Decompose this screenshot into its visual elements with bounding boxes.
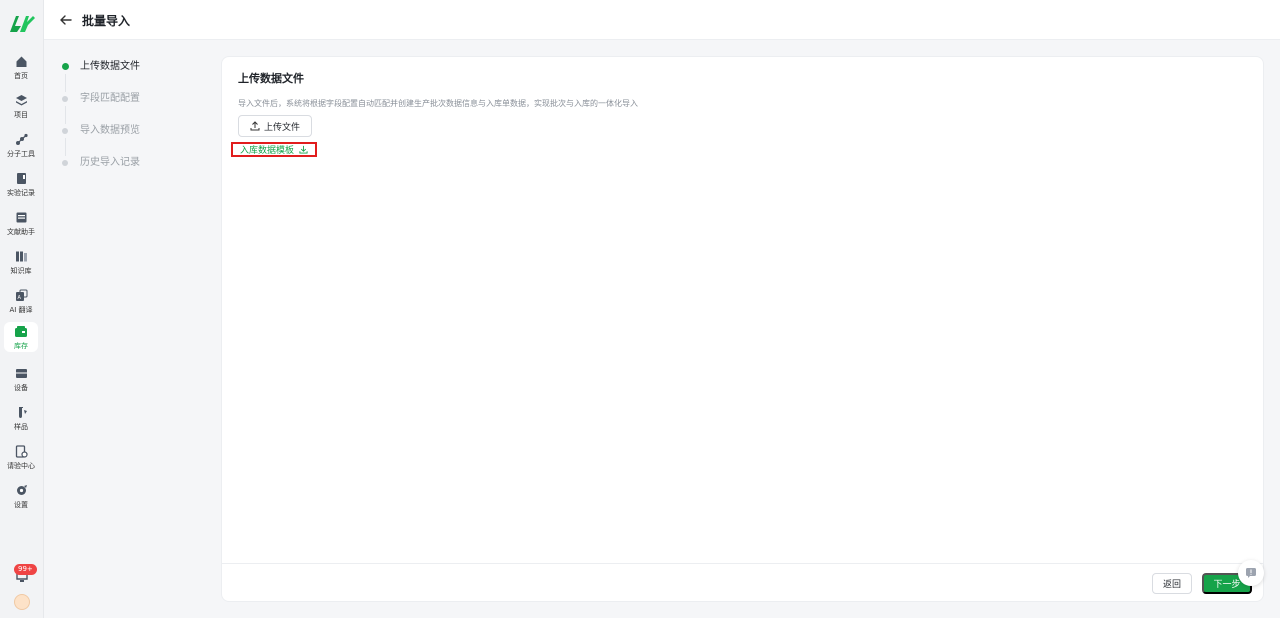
- step-dot: [62, 128, 68, 134]
- inventory-icon: [14, 324, 28, 338]
- feedback-icon: [1246, 568, 1256, 578]
- notebook-icon: [14, 171, 28, 185]
- svg-text:A: A: [17, 295, 21, 301]
- nav-item-inspection-center[interactable]: 请验中心: [4, 442, 38, 474]
- nav-label: 文献助手: [7, 228, 35, 236]
- inspection-icon: [14, 444, 28, 458]
- nav-label: 请验中心: [7, 462, 35, 470]
- step-dot: [62, 160, 68, 166]
- notification-badge: 99+: [14, 564, 37, 575]
- card-footer: 返回 下一步: [222, 563, 1263, 601]
- step-import-history[interactable]: 历史导入记录: [58, 154, 208, 186]
- user-avatar[interactable]: [14, 594, 30, 610]
- nav-item-molecule-tools[interactable]: 分子工具: [4, 130, 38, 162]
- app-logo[interactable]: [8, 12, 36, 36]
- document-icon: [14, 210, 28, 224]
- nav-item-ai-translate[interactable]: A AI 翻译: [4, 286, 38, 318]
- nav-label: 样品: [14, 423, 28, 431]
- upload-file-label: 上传文件: [263, 121, 300, 132]
- nav-item-knowledge-base[interactable]: 知识库: [4, 247, 38, 279]
- back-button[interactable]: 返回: [1152, 573, 1192, 594]
- back-arrow-icon[interactable]: [58, 12, 74, 28]
- template-link-label: 入库数据模板: [239, 146, 294, 156]
- page-header: 批量导入: [44, 0, 1280, 40]
- nav-label: 设备: [14, 384, 28, 392]
- upload-card: 上传数据文件 导入文件后，系统将根据字段配置自动匹配并创建生产批次数据信息与入库…: [221, 56, 1264, 602]
- page-title: 批量导入: [82, 14, 131, 28]
- side-nav: 首页 项目 分子工具 实验记录 文献助手 知识库 A AI 翻译 库存 设备 样…: [0, 0, 44, 618]
- home-icon: [14, 54, 28, 68]
- settings-icon: [14, 483, 28, 497]
- nav-label: 分子工具: [7, 150, 35, 158]
- card-description: 导入文件后，系统将根据字段配置自动匹配并创建生产批次数据信息与入库单数据，实现批…: [238, 99, 638, 108]
- upload-icon: [250, 121, 260, 131]
- nav-item-projects[interactable]: 项目: [4, 91, 38, 123]
- translate-icon: A: [14, 288, 28, 302]
- download-icon: [299, 145, 308, 154]
- nav-label: AI 翻译: [9, 306, 33, 314]
- step-label: 历史导入记录: [80, 157, 140, 168]
- nav-item-home[interactable]: 首页: [4, 52, 38, 84]
- nav-item-settings[interactable]: 设置: [4, 481, 38, 513]
- feedback-button[interactable]: [1238, 560, 1264, 586]
- nav-item-devices[interactable]: 设备: [4, 364, 38, 396]
- step-dot: [62, 63, 69, 70]
- nav-label: 首页: [14, 72, 28, 80]
- molecule-icon: [14, 132, 28, 146]
- nav-item-inventory[interactable]: 库存: [4, 322, 38, 352]
- step-label: 上传数据文件: [80, 61, 140, 72]
- layers-icon: [14, 93, 28, 107]
- nav-item-experiment-records[interactable]: 实验记录: [4, 169, 38, 201]
- nav-label: 设置: [14, 501, 28, 509]
- step-list: 上传数据文件 字段匹配配置 导入数据预览 历史导入记录: [58, 58, 208, 186]
- nav-label: 知识库: [10, 267, 32, 275]
- sample-icon: [14, 405, 28, 419]
- step-label: 导入数据预览: [80, 125, 140, 136]
- books-icon: [14, 249, 28, 263]
- download-template-link[interactable]: 入库数据模板: [231, 142, 317, 157]
- upload-file-button[interactable]: 上传文件: [238, 115, 312, 137]
- device-icon: [14, 366, 28, 380]
- step-data-preview[interactable]: 导入数据预览: [58, 122, 208, 156]
- nav-label: 实验记录: [7, 189, 35, 197]
- nav-label: 库存: [14, 342, 28, 350]
- nav-item-literature-assistant[interactable]: 文献助手: [4, 208, 38, 240]
- card-title: 上传数据文件: [238, 72, 304, 85]
- step-label: 字段匹配配置: [80, 93, 140, 104]
- step-upload-file[interactable]: 上传数据文件: [58, 58, 208, 92]
- step-dot: [62, 96, 68, 102]
- nav-label: 项目: [14, 111, 28, 119]
- step-field-mapping[interactable]: 字段匹配配置: [58, 90, 208, 124]
- nav-item-samples[interactable]: 样品: [4, 403, 38, 435]
